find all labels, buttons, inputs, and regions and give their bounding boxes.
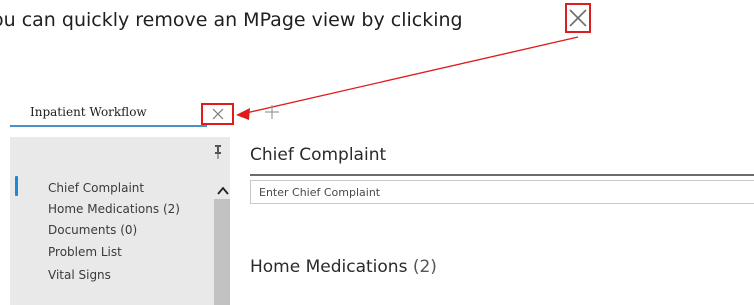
- home-medications-title: Home Medications (2): [250, 257, 437, 277]
- scroll-up-button[interactable]: [217, 184, 229, 196]
- scrollbar[interactable]: [214, 199, 230, 305]
- tab-label: Inpatient Workflow: [30, 105, 147, 119]
- tab-bar: Inpatient Workflow: [0, 95, 754, 127]
- close-icon: [569, 9, 587, 27]
- chief-complaint-input[interactable]: [250, 180, 754, 204]
- sidebar-item-documents[interactable]: Documents (0): [48, 223, 137, 237]
- sidebar-item-chief-complaint[interactable]: Chief Complaint: [48, 181, 144, 195]
- home-medications-count: (2): [412, 257, 437, 277]
- sidebar-item-problem-list[interactable]: Problem List: [48, 245, 122, 259]
- add-tab-button[interactable]: [262, 102, 282, 122]
- chevron-up-icon: [217, 186, 229, 195]
- sidebar-item-vital-signs[interactable]: Vital Signs: [48, 268, 111, 282]
- sidebar-item-home-medications[interactable]: Home Medications (2): [48, 202, 180, 216]
- tab-close-button[interactable]: [201, 103, 234, 125]
- active-item-indicator: [15, 176, 18, 196]
- plus-icon: [265, 105, 279, 119]
- home-medications-label: Home Medications: [250, 257, 408, 277]
- instruction-text: ou can quickly remove an MPage view by c…: [0, 9, 463, 31]
- close-icon: [212, 108, 223, 120]
- callout-close-icon: [565, 3, 591, 33]
- sidebar: [10, 137, 230, 305]
- pin-icon[interactable]: [214, 145, 222, 159]
- section-divider: [250, 174, 754, 176]
- chief-complaint-title: Chief Complaint: [250, 145, 387, 165]
- tab-inpatient-workflow[interactable]: Inpatient Workflow: [10, 95, 207, 127]
